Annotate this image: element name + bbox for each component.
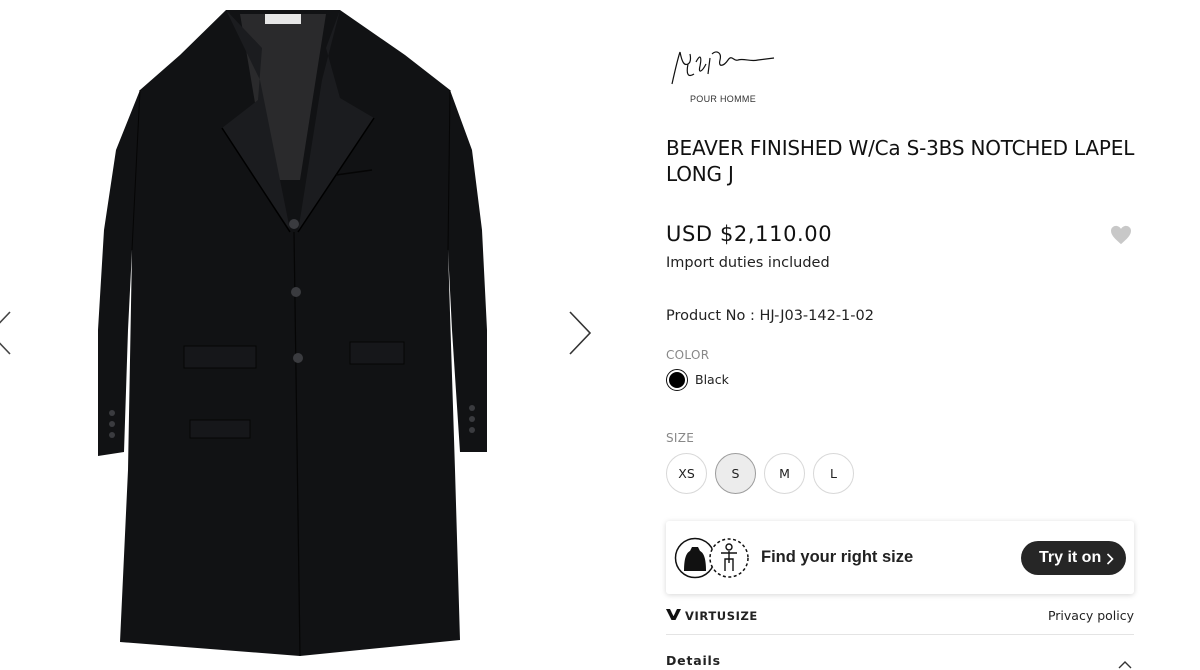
try-it-on-button[interactable]: Try it on	[1021, 541, 1126, 575]
virtusize-widget[interactable]: Find your right size Try it on	[666, 521, 1134, 594]
privacy-policy-link[interactable]: Privacy policy	[1048, 608, 1134, 623]
virtusize-prompt: Find your right size	[761, 548, 914, 566]
try-it-on-label: Try it on	[1039, 549, 1102, 566]
heart-icon[interactable]	[1110, 225, 1132, 250]
product-title: BEAVER FINISHED W/Ca S-3BS NOTCHED LAPEL…	[666, 136, 1135, 186]
color-name: Black	[695, 372, 729, 387]
size-label: SIZE	[666, 431, 695, 445]
size-option-l[interactable]: L	[813, 453, 854, 494]
duties-note: Import duties included	[666, 255, 830, 271]
chevron-up-icon[interactable]	[1118, 656, 1132, 670]
chevron-right-icon	[1106, 552, 1114, 570]
details-toggle[interactable]: Details	[666, 653, 721, 668]
product-image	[98, 10, 487, 657]
swatch-fill	[669, 372, 685, 388]
color-swatch-black[interactable]	[666, 369, 688, 391]
product-price: USD $2,110.00	[666, 222, 833, 246]
divider	[666, 634, 1134, 635]
chevron-left-icon[interactable]	[0, 310, 14, 361]
virtusize-brand: VIRTUSIZE	[666, 607, 758, 625]
product-info: POUR HOMME BEAVER FINISHED W/Ca S-3BS NO…	[666, 0, 1136, 670]
product-image-gallery	[0, 0, 640, 670]
size-option-s[interactable]: S	[715, 453, 756, 494]
color-label: COLOR	[666, 348, 710, 362]
virtusize-logo-icon	[666, 607, 681, 625]
size-option-m[interactable]: M	[764, 453, 805, 494]
chevron-right-icon[interactable]	[566, 310, 594, 361]
brand-sub-label: POUR HOMME	[690, 94, 756, 104]
fit-avatars-icon	[674, 537, 749, 579]
size-selector: XS S M L	[666, 453, 854, 494]
size-option-xs[interactable]: XS	[666, 453, 707, 494]
product-number: Product No : HJ-J03-142-1-02	[666, 308, 874, 324]
virtusize-brand-name: VIRTUSIZE	[685, 609, 758, 623]
signature-logo-icon	[671, 51, 775, 85]
